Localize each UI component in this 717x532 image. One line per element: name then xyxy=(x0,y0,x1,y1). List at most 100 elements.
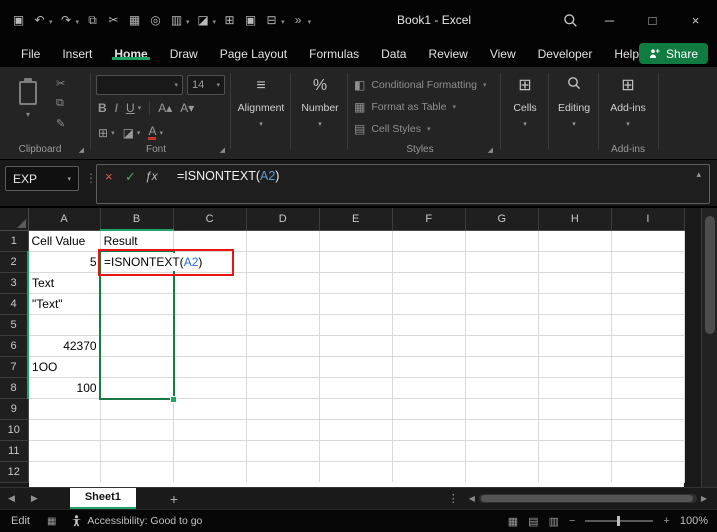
cell-E12[interactable] xyxy=(319,461,393,483)
cell-H8[interactable] xyxy=(538,377,612,399)
borders-icon[interactable]: ⊟ xyxy=(261,13,282,27)
column-header-C[interactable]: C xyxy=(173,208,247,231)
redo-icon[interactable]: ↷ xyxy=(56,13,77,27)
font-dialog-launcher-icon[interactable]: ◢ xyxy=(220,146,225,154)
vertical-scrollbar-thumb[interactable] xyxy=(705,216,715,334)
cut-button[interactable]: ✂ xyxy=(56,77,65,90)
cell-H4[interactable] xyxy=(538,293,612,315)
fill-handle[interactable] xyxy=(170,396,177,403)
cell-I1[interactable] xyxy=(611,230,686,252)
cell-I9[interactable] xyxy=(611,398,686,420)
menu-view[interactable]: View xyxy=(479,47,527,61)
menu-review[interactable]: Review xyxy=(417,47,478,61)
cell-H11[interactable] xyxy=(538,440,612,462)
cell-E5[interactable] xyxy=(319,314,393,336)
cell-E8[interactable] xyxy=(319,377,393,399)
cell-A2[interactable]: 5 xyxy=(28,251,101,273)
styles-dialog-launcher-icon[interactable]: ◢ xyxy=(488,146,493,154)
menu-page-layout[interactable]: Page Layout xyxy=(209,47,298,61)
horizontal-scrollbar[interactable]: ◀ ▶ xyxy=(465,494,711,503)
cell-E3[interactable] xyxy=(319,272,393,294)
cell-E9[interactable] xyxy=(319,398,393,420)
cell-G11[interactable] xyxy=(465,440,539,462)
cell-D2[interactable] xyxy=(246,251,320,273)
cell-E11[interactable] xyxy=(319,440,393,462)
cell-D1[interactable] xyxy=(246,230,320,252)
cell-G3[interactable] xyxy=(465,272,539,294)
cell-I3[interactable] xyxy=(611,272,686,294)
row-header-4[interactable]: 4 xyxy=(0,293,30,315)
zoom-slider[interactable] xyxy=(585,516,654,526)
cell-D7[interactable] xyxy=(246,356,320,378)
row-header-2[interactable]: 2 xyxy=(0,251,30,273)
cell-E2[interactable] xyxy=(319,251,393,273)
page-break-view-icon[interactable]: ▥ xyxy=(549,515,559,528)
cell-D10[interactable] xyxy=(246,419,320,441)
copy-icon[interactable]: ⧉ xyxy=(82,13,103,28)
qat-overflow-dropdown-icon[interactable]: ▾ xyxy=(308,19,312,26)
column-header-G[interactable]: G xyxy=(465,208,539,231)
cell-A1[interactable]: Cell Value xyxy=(28,230,101,252)
close-button[interactable]: × xyxy=(674,0,717,40)
cell-C12[interactable] xyxy=(173,461,247,483)
cell-E4[interactable] xyxy=(319,293,393,315)
row-header-7[interactable]: 7 xyxy=(0,356,30,378)
cell-G12[interactable] xyxy=(465,461,539,483)
format-painter-icon[interactable]: ◪ xyxy=(193,13,214,27)
cancel-icon[interactable]: × xyxy=(105,169,125,184)
cell-G6[interactable] xyxy=(465,335,539,357)
increase-font-button[interactable]: A▴ xyxy=(158,101,172,115)
italic-button[interactable]: I xyxy=(115,101,118,115)
cell-B9[interactable] xyxy=(100,398,174,420)
cell-D6[interactable] xyxy=(246,335,320,357)
accessibility-status[interactable]: Accessibility: Good to go xyxy=(62,515,211,527)
conditional-formatting-button[interactable]: ◧ Conditional Formatting ▾ xyxy=(354,78,487,92)
cell-editor[interactable]: =ISNONTEXT(A2) xyxy=(102,253,229,271)
cell-C10[interactable] xyxy=(173,419,247,441)
cell-B5[interactable] xyxy=(100,314,174,336)
select-all-button[interactable] xyxy=(0,208,29,231)
cell-A4[interactable]: "Text" xyxy=(28,293,101,315)
scrollbar-menu-icon[interactable]: ⋮ xyxy=(442,492,465,505)
cell-H2[interactable] xyxy=(538,251,612,273)
cell-G10[interactable] xyxy=(465,419,539,441)
qat-overflow-icon[interactable]: » xyxy=(288,13,309,27)
format-as-table-button[interactable]: ▦ Format as Table ▾ xyxy=(354,100,456,114)
zoom-icon[interactable]: ◎ xyxy=(145,13,166,27)
cell-A9[interactable] xyxy=(28,398,101,420)
cell-H9[interactable] xyxy=(538,398,612,420)
menu-formulas[interactable]: Formulas xyxy=(298,47,370,61)
formula-bar-collapse-icon[interactable]: ▴ xyxy=(696,169,701,180)
cell-H1[interactable] xyxy=(538,230,612,252)
cell-F9[interactable] xyxy=(392,398,466,420)
font-color-button[interactable]: A xyxy=(148,125,157,140)
menu-file[interactable]: File xyxy=(10,47,51,61)
cell-G4[interactable] xyxy=(465,293,539,315)
name-box[interactable]: EXP ▾ xyxy=(5,166,79,191)
insert-function-icon[interactable]: ƒx xyxy=(145,169,169,183)
cell-I10[interactable] xyxy=(611,419,686,441)
cell-H7[interactable] xyxy=(538,356,612,378)
cell-F2[interactable] xyxy=(392,251,466,273)
number-group-button[interactable]: % Number ▾ xyxy=(294,76,346,128)
cell-H12[interactable] xyxy=(538,461,612,483)
menu-draw[interactable]: Draw xyxy=(159,47,209,61)
search-icon[interactable] xyxy=(554,13,588,28)
cell-F1[interactable] xyxy=(392,230,466,252)
cell-styles-button[interactable]: ▤ Cell Styles ▾ xyxy=(354,122,430,136)
formula-input[interactable]: =ISNONTEXT(A2) xyxy=(177,169,279,183)
cell-H5[interactable] xyxy=(538,314,612,336)
cell-D3[interactable] xyxy=(246,272,320,294)
row-header-12[interactable]: 12 xyxy=(0,461,29,483)
clipboard-dialog-launcher-icon[interactable]: ◢ xyxy=(79,146,84,154)
macro-record-icon[interactable]: ▦ xyxy=(41,516,62,527)
hscroll-right-icon[interactable]: ▶ xyxy=(697,494,711,503)
cell-A6[interactable]: 42370 xyxy=(28,335,101,357)
cell-F3[interactable] xyxy=(392,272,466,294)
cell-F12[interactable] xyxy=(392,461,466,483)
font-size-select[interactable]: 14 ▾ xyxy=(187,75,225,95)
sheet-nav-left-icon[interactable]: ◀ xyxy=(0,493,23,504)
cell-I5[interactable] xyxy=(611,314,686,336)
row-header-1[interactable]: 1 xyxy=(0,230,29,252)
cell-H6[interactable] xyxy=(538,335,612,357)
